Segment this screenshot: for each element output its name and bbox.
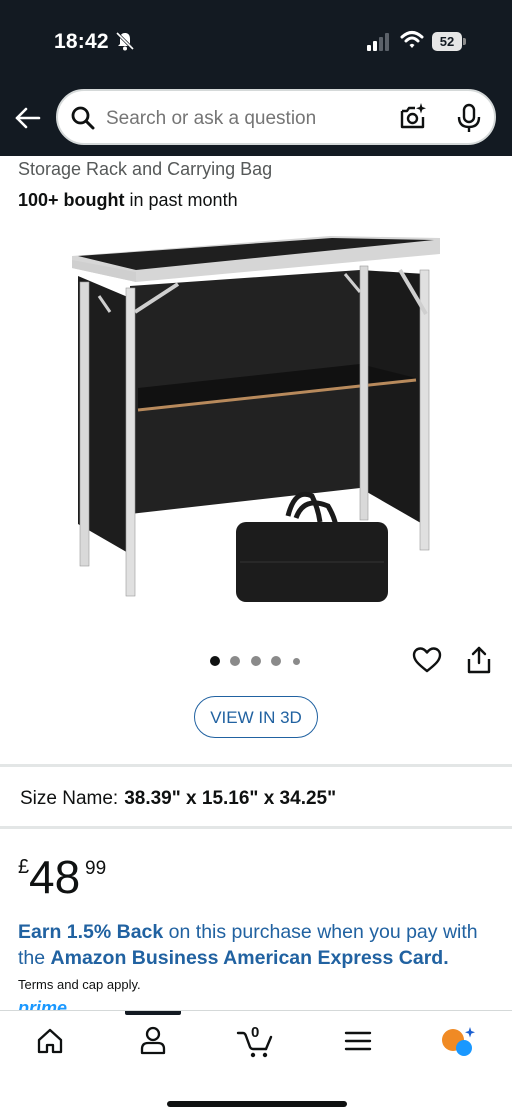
product-title: Storage Rack and Carrying Bag (18, 159, 273, 179)
carousel-dot-1[interactable] (210, 656, 220, 666)
bought-in-past-month: 100+ bought in past month (18, 190, 238, 211)
wifi-icon (400, 31, 424, 48)
top-header: 18:42 52 (0, 0, 512, 156)
search-icon (71, 106, 95, 130)
account-icon[interactable] (139, 1025, 167, 1055)
battery-tip (463, 38, 466, 45)
offer-card-name: Amazon Business American Express Card. (50, 947, 449, 969)
carousel-dot-2[interactable] (230, 656, 240, 666)
image-carousel-dots (208, 654, 308, 668)
terms-text: Terms and cap apply. (18, 977, 141, 992)
prime-logo: prime (18, 998, 68, 1010)
size-value: 38.39" x 15.16" x 34.25" (124, 788, 337, 809)
rufus-assistant-icon[interactable] (440, 1025, 476, 1057)
home-indicator-bar (167, 1101, 347, 1107)
cart-button[interactable]: 0 (236, 1023, 276, 1058)
menu-icon[interactable] (344, 1029, 372, 1053)
bell-muted-icon (115, 31, 135, 51)
card-offer-link[interactable]: Earn 1.5% Back on this purchase when you… (18, 919, 508, 971)
bottom-navigation: 0 (0, 1010, 512, 1114)
product-image[interactable] (60, 226, 452, 618)
back-arrow-icon[interactable] (14, 104, 42, 132)
signal-icon (367, 33, 389, 51)
divider (0, 764, 512, 767)
search-bar[interactable] (56, 89, 496, 145)
cart-count: 0 (251, 1024, 260, 1041)
price-whole: 48 (29, 851, 81, 903)
offer-highlight: Earn 1.5% Back (18, 921, 164, 943)
heart-icon[interactable] (412, 646, 442, 674)
home-icon[interactable] (36, 1027, 64, 1055)
carousel-dot-5[interactable] (293, 658, 300, 665)
search-input[interactable] (106, 108, 386, 130)
share-icon[interactable] (466, 645, 492, 675)
camera-lens-icon[interactable] (398, 102, 428, 132)
bought-suffix: in past month (124, 190, 238, 210)
active-tab-indicator (125, 1011, 181, 1015)
battery-indicator: 52 (432, 32, 466, 51)
view-in-3d-button[interactable]: VIEW IN 3D (194, 696, 318, 738)
bought-count: 100+ bought (18, 190, 125, 210)
price-fraction: 99 (85, 858, 107, 879)
carousel-dot-3[interactable] (251, 656, 261, 666)
size-label: Size Name: (20, 788, 119, 809)
status-time: 18:42 (54, 30, 109, 53)
carousel-dot-4[interactable] (271, 656, 281, 666)
price-currency: £ (18, 856, 30, 878)
battery-level: 52 (432, 32, 462, 51)
microphone-icon[interactable] (456, 103, 482, 133)
size-selector[interactable]: Size Name: 38.39" x 15.16" x 34.25" (20, 788, 336, 810)
divider (0, 826, 512, 829)
